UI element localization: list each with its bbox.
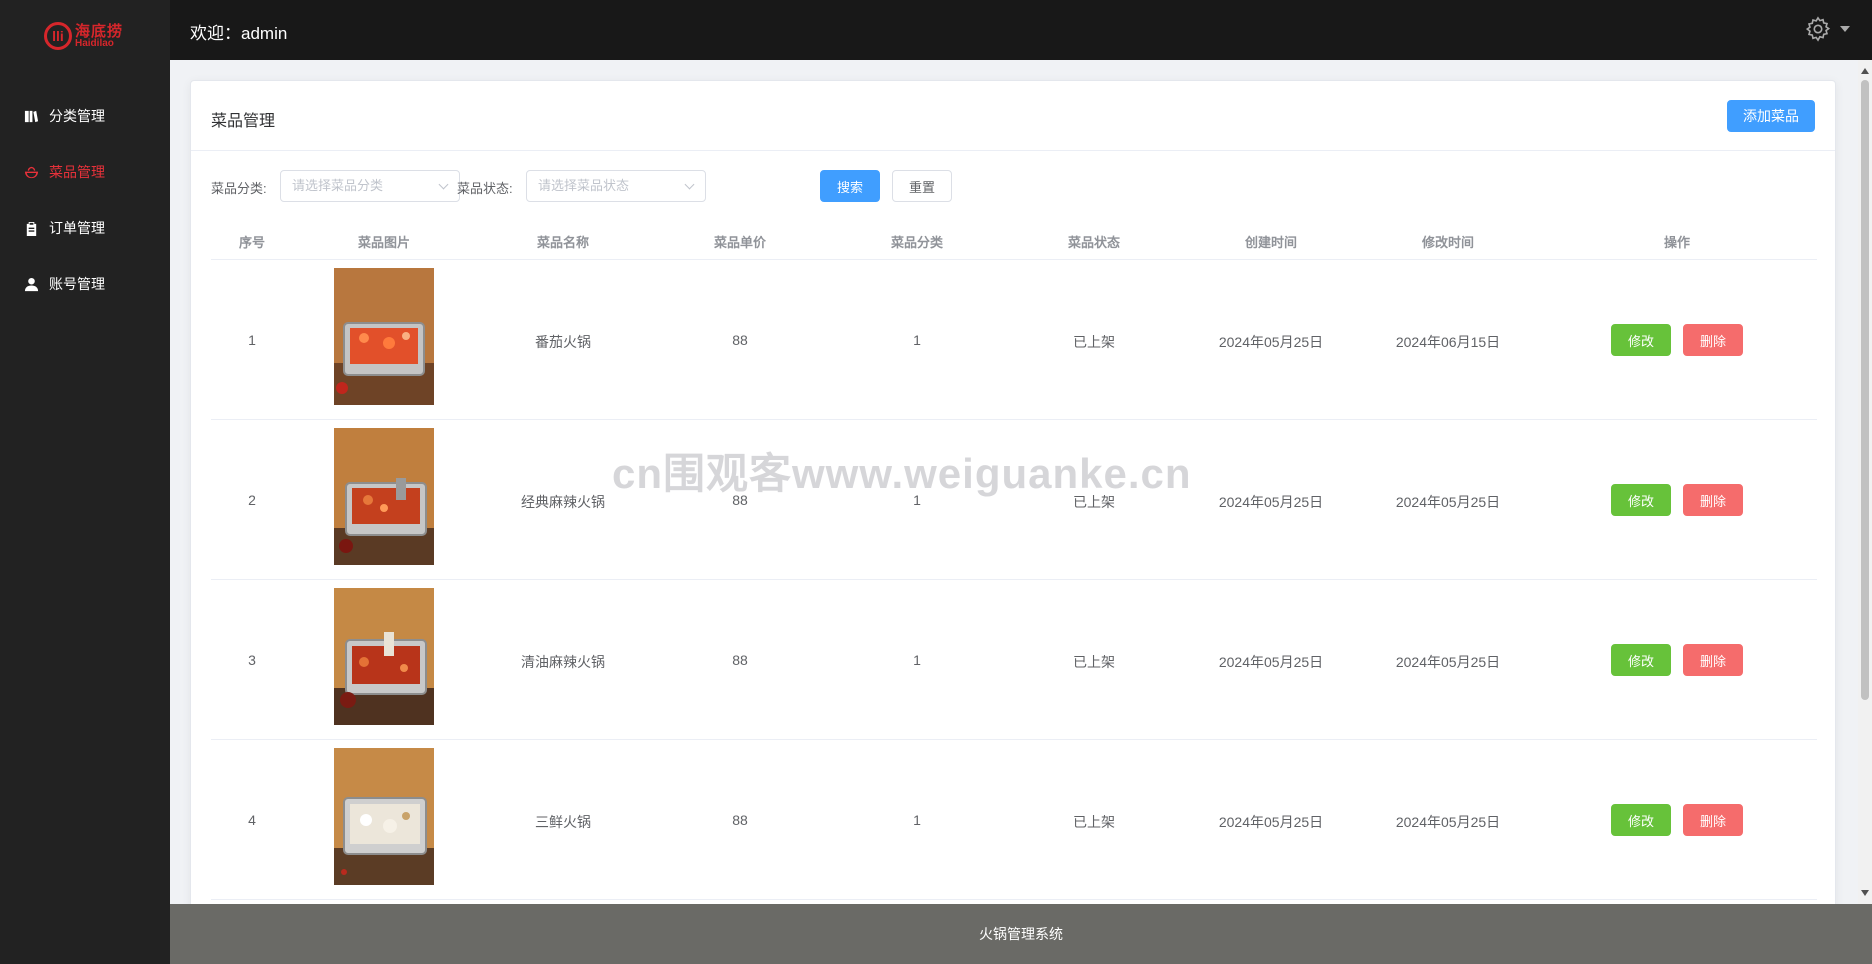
- sidebar-item-label: 账号管理: [49, 276, 105, 292]
- dish-status: 已上架: [1073, 814, 1115, 830]
- filter-bar: 菜品分类: 请选择菜品分类 菜品状态: 请选择菜品状态 搜索 重置: [211, 170, 1811, 202]
- sidebar-nav: 分类管理 菜品管理 订单管理 账号管理: [0, 88, 170, 312]
- settings-dropdown[interactable]: [1804, 15, 1850, 43]
- welcome-text: 欢迎：admin: [190, 24, 288, 43]
- chevron-down-icon: [684, 179, 695, 190]
- dish-image: [334, 428, 434, 565]
- status-select-placeholder: 请选择菜品状态: [538, 178, 630, 193]
- user-icon: [24, 277, 39, 291]
- chevron-down-icon: [1840, 26, 1850, 32]
- scroll-down-arrow-icon[interactable]: [1861, 890, 1869, 896]
- sidebar-item-label: 菜品管理: [49, 164, 105, 180]
- row-index: 4: [248, 812, 256, 828]
- table-row: 2 经典麻辣火锅 88 1 已上架 2024年05月25日 2024年05月25…: [211, 420, 1817, 580]
- column-header: 操作: [1663, 235, 1691, 250]
- dish-price: 88: [732, 652, 748, 668]
- dish-image: [334, 748, 434, 885]
- logo-mark-icon: lli: [44, 22, 72, 50]
- brand-name-en: Haidilao: [75, 37, 114, 49]
- category-select-placeholder: 请选择菜品分类: [292, 178, 384, 193]
- scroll-up-arrow-icon[interactable]: [1861, 68, 1869, 74]
- dish-name: 清油麻辣火锅: [521, 654, 605, 670]
- created-time: 2024年05月25日: [1218, 334, 1324, 350]
- clipboard-icon: [26, 221, 37, 236]
- dish-price: 88: [732, 812, 748, 828]
- table-row: 3 清油麻辣火锅 88 1 已上架 2024年05月25日 2024年05月25…: [211, 580, 1817, 740]
- sidebar-item-orders[interactable]: 订单管理: [0, 200, 170, 256]
- row-index: 2: [248, 492, 256, 508]
- dish-name: 经典麻辣火锅: [521, 494, 605, 510]
- sidebar-item-dishes[interactable]: 菜品管理: [0, 144, 170, 200]
- table-header: 序号 菜品图片 菜品名称 菜品单价 菜品分类 菜品状态 创建时间 修改时间 操作: [211, 220, 1817, 260]
- dish-image: [334, 268, 434, 405]
- sidebar-item-category[interactable]: 分类管理: [0, 88, 170, 144]
- row-index: 3: [248, 652, 256, 668]
- dish-status: 已上架: [1073, 654, 1115, 670]
- footer: 火锅管理系统: [170, 904, 1872, 964]
- vertical-scrollbar[interactable]: [1858, 60, 1872, 904]
- created-time: 2024年05月25日: [1218, 814, 1324, 830]
- category-select[interactable]: 请选择菜品分类: [280, 170, 460, 202]
- dish-price: 88: [732, 332, 748, 348]
- bowl-icon: [24, 166, 39, 178]
- edit-button[interactable]: 修改: [1611, 804, 1671, 836]
- column-header: 菜品单价: [713, 235, 767, 250]
- book-icon: [24, 110, 39, 122]
- column-header: 修改时间: [1421, 235, 1475, 250]
- modified-time: 2024年05月25日: [1395, 654, 1501, 670]
- dish-price: 88: [732, 492, 748, 508]
- created-time: 2024年05月25日: [1218, 654, 1324, 670]
- brand-name-cn: 海底捞: [75, 22, 124, 40]
- sidebar: lli 海底捞 Haidilao 分类管理 菜品管理 订单管理 账号管理: [0, 0, 170, 964]
- sidebar-item-label: 订单管理: [49, 220, 105, 236]
- dish-name: 番茄火锅: [535, 334, 591, 350]
- chevron-down-icon: [438, 179, 449, 190]
- created-time: 2024年05月25日: [1218, 494, 1324, 510]
- reset-button[interactable]: 重置: [892, 170, 952, 202]
- edit-button[interactable]: 修改: [1611, 644, 1671, 676]
- delete-button[interactable]: 删除: [1683, 324, 1743, 356]
- table-row: 1 番茄火锅 88 1 已上架 2024年05月25日 2024年06月15日 …: [211, 260, 1817, 420]
- edit-button[interactable]: 修改: [1611, 324, 1671, 356]
- sidebar-item-accounts[interactable]: 账号管理: [0, 256, 170, 312]
- delete-button[interactable]: 删除: [1683, 644, 1743, 676]
- footer-text: 火锅管理系统: [979, 926, 1063, 942]
- dish-table: 序号 菜品图片 菜品名称 菜品单价 菜品分类 菜品状态 创建时间 修改时间 操作…: [211, 220, 1817, 900]
- dish-status: 已上架: [1073, 494, 1115, 510]
- dish-category: 1: [913, 812, 921, 828]
- page-title: 菜品管理: [211, 113, 276, 130]
- status-filter-label: 菜品状态:: [457, 181, 513, 196]
- dish-category: 1: [913, 332, 921, 348]
- delete-button[interactable]: 删除: [1683, 484, 1743, 516]
- top-header: 欢迎：admin: [170, 0, 1872, 60]
- dish-category: 1: [913, 652, 921, 668]
- dish-category: 1: [913, 492, 921, 508]
- card-header: 菜品管理 添加菜品: [191, 81, 1835, 151]
- column-header: 创建时间: [1244, 235, 1298, 250]
- column-header: 菜品分类: [890, 235, 944, 250]
- dish-status: 已上架: [1073, 334, 1115, 350]
- delete-button[interactable]: 删除: [1683, 804, 1743, 836]
- brand-logo[interactable]: lli 海底捞 Haidilao: [44, 22, 123, 50]
- status-select[interactable]: 请选择菜品状态: [526, 170, 706, 202]
- dish-name: 三鲜火锅: [535, 814, 591, 830]
- search-button[interactable]: 搜索: [820, 170, 880, 202]
- category-filter-label: 菜品分类:: [211, 181, 267, 196]
- column-header: 菜品名称: [536, 235, 590, 250]
- dish-management-card: 菜品管理 添加菜品 菜品分类: 请选择菜品分类 菜品状态: 请选择菜品状态 搜索…: [190, 80, 1836, 920]
- modified-time: 2024年06月15日: [1395, 334, 1501, 350]
- table-row: 4 三鲜火锅 88 1 已上架 2024年05月25日 2024年05月25日 …: [211, 740, 1817, 900]
- modified-time: 2024年05月25日: [1395, 494, 1501, 510]
- scroll-thumb[interactable]: [1861, 80, 1869, 700]
- column-header: 菜品图片: [357, 235, 411, 250]
- modified-time: 2024年05月25日: [1395, 814, 1501, 830]
- column-header: 序号: [238, 235, 266, 250]
- add-dish-button[interactable]: 添加菜品: [1727, 100, 1815, 132]
- sidebar-item-label: 分类管理: [49, 108, 105, 124]
- row-index: 1: [248, 332, 256, 348]
- column-header: 菜品状态: [1067, 235, 1121, 250]
- dish-image: [334, 588, 434, 725]
- gear-icon: [1805, 16, 1831, 42]
- edit-button[interactable]: 修改: [1611, 484, 1671, 516]
